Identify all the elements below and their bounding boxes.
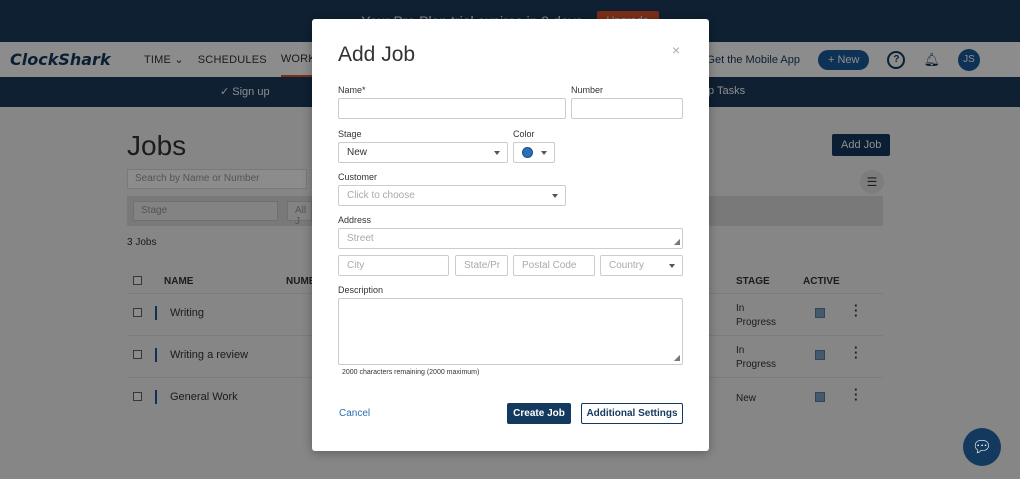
street-placeholder: Street <box>347 233 374 244</box>
customer-label: Customer <box>338 172 378 182</box>
color-picker[interactable] <box>513 142 555 163</box>
city-field[interactable]: City <box>338 255 449 276</box>
chat-bubble-icon: 💬︎ <box>971 439 993 456</box>
cancel-button[interactable]: Cancel <box>339 408 370 419</box>
country-placeholder: Country <box>609 260 645 271</box>
description-textarea[interactable]: ◢ <box>338 298 683 365</box>
state-field[interactable]: State/Pr <box>455 255 508 276</box>
chat-support-button[interactable]: 💬︎ <box>963 428 1001 466</box>
additional-settings-button[interactable]: Additional Settings <box>581 403 683 424</box>
color-label: Color <box>513 129 535 139</box>
stage-value: New <box>347 147 368 158</box>
char-count: 2000 characters remaining (2000 maximum) <box>342 369 480 376</box>
name-field[interactable] <box>338 98 566 119</box>
customer-select[interactable]: Click to choose <box>338 185 566 206</box>
color-swatch <box>522 147 533 158</box>
number-field[interactable] <box>571 98 683 119</box>
number-label: Number <box>571 85 604 95</box>
name-label: Name* <box>338 85 366 95</box>
resize-grip-icon[interactable]: ◢ <box>674 238 680 246</box>
close-icon[interactable]: × <box>672 42 680 58</box>
stage-label: Stage <box>338 129 362 139</box>
caret-down-icon <box>494 151 500 155</box>
resize-grip-icon[interactable]: ◢ <box>674 354 680 362</box>
customer-placeholder: Click to choose <box>347 190 415 201</box>
add-job-dialog: Add Job × Name* Number Stage New Color C… <box>312 19 709 451</box>
dialog-title: Add Job <box>338 43 416 66</box>
create-job-button[interactable]: Create Job <box>507 403 571 424</box>
address-label: Address <box>338 215 372 225</box>
caret-down-icon <box>552 194 558 198</box>
description-label: Description <box>338 285 384 295</box>
caret-down-icon <box>669 264 675 268</box>
caret-down-icon <box>541 151 547 155</box>
stage-select[interactable]: New <box>338 142 508 163</box>
postal-code-field[interactable]: Postal Code <box>513 255 595 276</box>
street-field[interactable]: Street ◢ <box>338 228 683 249</box>
country-select[interactable]: Country <box>600 255 683 276</box>
